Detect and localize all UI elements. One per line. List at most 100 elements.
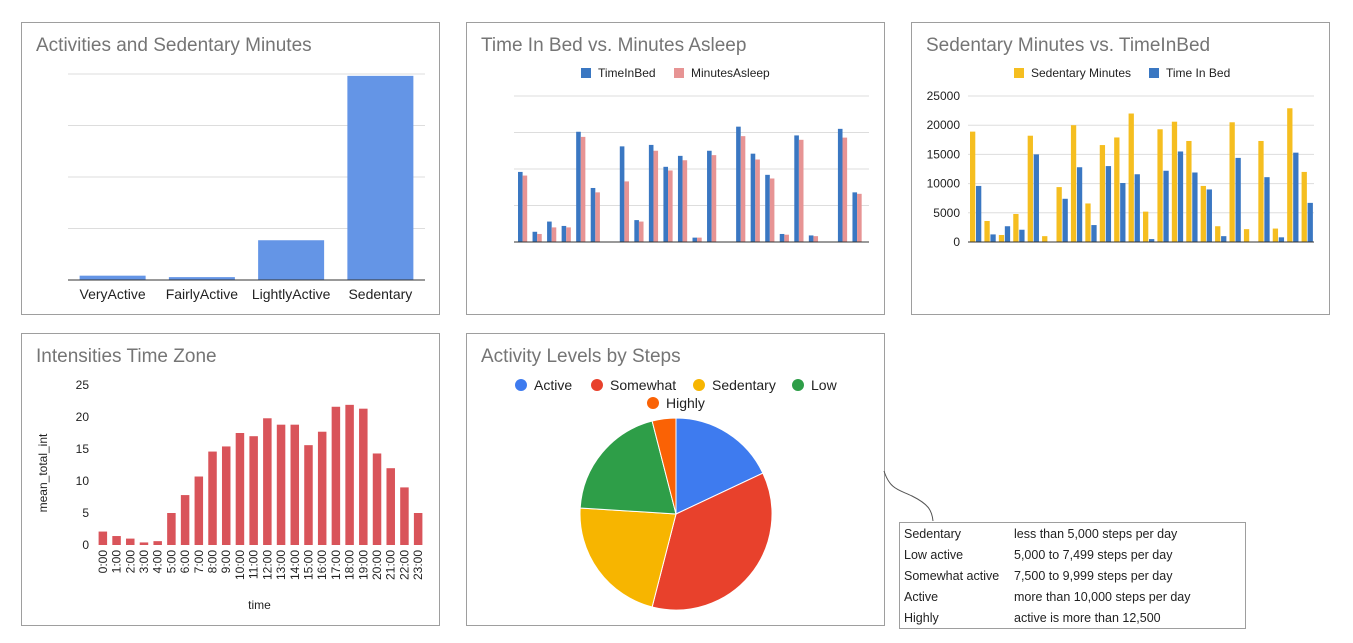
bar-time-in-bed [1091, 225, 1097, 242]
legend-label: Somewhat [610, 377, 676, 393]
bar-timeinbed [837, 128, 843, 242]
x-tick-label: 19:00 [356, 550, 370, 580]
legend-label: MinutesAsleep [691, 66, 770, 80]
bar-hour [221, 446, 231, 545]
level-cell: Low active [904, 547, 964, 562]
bar-sedentary-minutes [1200, 185, 1206, 242]
sedentary-vs-bed-chart-panel[interactable]: Sedentary Minutes vs. TimeInBed 0 5000 100… [911, 22, 1330, 315]
intensities-bar-chart: 0 5 10 15 20 25 0:00 1:00 2:00 3:00 4:00 5:00 6:00 7:… [36, 378, 425, 612]
x-tick-label: 8:00 [206, 550, 220, 574]
bar-hour [139, 542, 149, 545]
description-cell: 7,500 to 9,999 steps per day [1014, 568, 1173, 583]
bar-sedentary [347, 75, 414, 280]
legend-swatch [674, 68, 684, 78]
bar-timeinbed [619, 146, 625, 242]
bar-hour [304, 445, 313, 545]
bar-sedentary-minutes [1099, 145, 1106, 242]
bar-minutesasleep [798, 139, 804, 242]
bar-time-in-bed [1033, 154, 1039, 242]
activity-levels-pie-chart: Active Somewhat Sedentary Low Highly [515, 377, 838, 611]
bar-hour [290, 424, 300, 545]
bar-hour [126, 538, 135, 545]
y-tick-label: 0 [82, 538, 89, 552]
bar-time-in-bed [1105, 166, 1112, 242]
x-tick-label: 18:00 [343, 550, 357, 580]
bar-sedentary-minutes [998, 234, 1005, 242]
bar-sedentary-minutes [1042, 236, 1048, 242]
x-tick-label: 5:00 [164, 550, 178, 574]
legend-dot [792, 379, 804, 391]
y-tick-label: 20000 [927, 118, 961, 132]
bar-time-in-bed [1278, 237, 1285, 242]
bar-timeinbed [779, 233, 785, 242]
level-cell: Somewhat active [904, 568, 1000, 583]
bar-time-in-bed [1264, 177, 1270, 242]
bar-hour [413, 513, 423, 545]
x-axis-title: time [248, 598, 271, 612]
bar-hour [317, 431, 327, 545]
description-cell: active is more than 12,500 [1014, 610, 1161, 625]
bar-minutesasleep [638, 221, 644, 242]
bar-sedentary-minutes [1229, 122, 1235, 242]
intensities-chart-panel[interactable]: Intensities Time Zone 0 5 10 15 20 25 0:00 1:00… [21, 333, 440, 626]
bar-minutesasleep [813, 236, 819, 242]
level-cell: Highly [904, 610, 939, 625]
bar-sedentary-minutes [1215, 226, 1221, 242]
legend-dot [591, 379, 603, 391]
bar-timeinbed [547, 221, 552, 242]
y-tick-label: 25 [76, 378, 90, 392]
y-axis-title: mean_total_int [36, 433, 50, 512]
x-tick-label: 10:00 [233, 550, 247, 580]
bar-time-in-bed [1192, 172, 1198, 242]
bar-sedentary-minutes [970, 131, 976, 242]
legend-label: Sedentary [712, 377, 776, 393]
bar-hour [153, 541, 162, 545]
x-tick-label: 4:00 [151, 550, 165, 574]
activities-chart-panel[interactable]: Activities and Sedentary Minutes VeryAct… [21, 22, 440, 315]
x-tick-label: 7:00 [192, 550, 206, 574]
bar-minutesasleep [522, 175, 528, 242]
bar-minutesasleep [595, 192, 600, 242]
bar-timeinbed [750, 153, 756, 242]
x-tick-label: 3:00 [137, 550, 151, 574]
x-tick-label: 6:00 [178, 550, 192, 574]
x-tick-label: 17:00 [329, 550, 343, 580]
legend-label: Time In Bed [1166, 66, 1230, 80]
bar-time-in-bed [1004, 226, 1011, 242]
x-tick-label: 9:00 [219, 550, 233, 574]
bar-time-in-bed [1019, 229, 1025, 242]
activity-levels-chart-panel[interactable]: Activity Levels by Steps Active Somewhat S… [466, 333, 885, 626]
bar-time-in-bed [1134, 174, 1140, 242]
x-tick-label: Sedentary [348, 286, 412, 302]
bar-minutesasleep [566, 227, 571, 242]
bar-time-in-bed [1235, 157, 1241, 242]
bar-sedentary-minutes [1013, 213, 1019, 242]
bar-sedentary-minutes [1056, 187, 1062, 242]
bar-timeinbed [648, 144, 654, 242]
bar-timeinbed [576, 131, 581, 242]
legend-label: Low [811, 377, 838, 393]
bar-timeinbed [663, 166, 669, 242]
bar-sedentary-minutes [1287, 108, 1293, 242]
y-tick-label: 5000 [933, 206, 960, 220]
bar-timeinbed [707, 150, 712, 242]
bar-time-in-bed [1206, 189, 1212, 242]
legend-dot [693, 379, 705, 391]
bar-hour [345, 404, 354, 545]
bar-hour [372, 453, 382, 545]
bar-time-in-bed [1120, 183, 1126, 242]
bar-sedentary-minutes [1171, 121, 1178, 242]
bar-time-in-bed [990, 234, 996, 242]
activities-bar-chart: VeryActive FairlyActive LightlyActive Seden… [68, 73, 425, 302]
bar-hour [400, 487, 409, 545]
bar-sedentary-minutes [1128, 113, 1134, 243]
y-tick-label: 0 [953, 235, 960, 249]
timeinbed-chart-panel[interactable]: Time In Bed vs. Minutes Asleep TimeInBed… [466, 22, 885, 315]
bar-time-in-bed [976, 185, 982, 242]
y-tick-label: 10 [76, 474, 90, 488]
bar-minutesasleep [755, 159, 760, 242]
legend-label: TimeInBed [598, 66, 656, 80]
bar-sedentary-minutes [1157, 129, 1163, 242]
bar-sedentary-minutes [1027, 135, 1033, 242]
x-tick-label: LightlyActive [252, 286, 331, 302]
